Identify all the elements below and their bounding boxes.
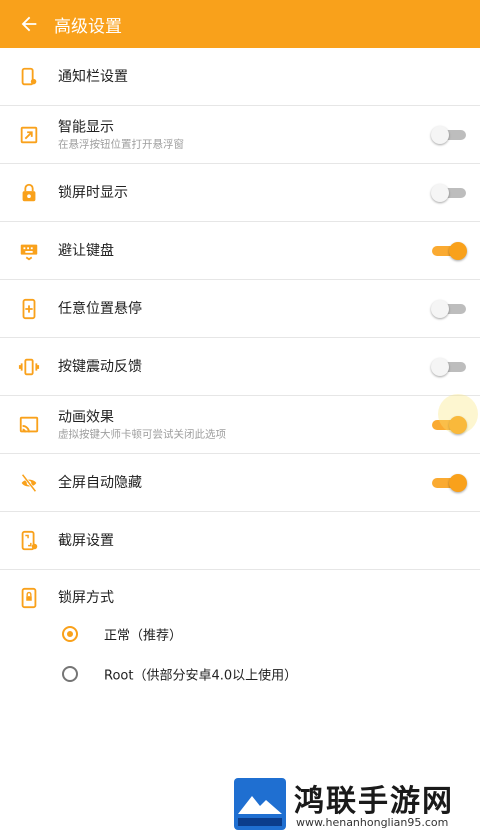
setting-label: 智能显示 xyxy=(58,119,114,135)
setting-description: 在悬浮按钮位置打开悬浮窗 xyxy=(58,138,184,150)
arrow-back-icon[interactable] xyxy=(18,13,40,35)
setting-label: 动画效果 xyxy=(58,409,114,425)
setting-label: 锁屏时显示 xyxy=(58,184,128,201)
setting-avoid-keyboard[interactable]: 避让键盘 xyxy=(0,222,480,280)
page-title: 高级设置 xyxy=(54,16,122,37)
watermark-logo-icon xyxy=(234,778,286,830)
setting-description: 虚拟按键大师卡顿可尝试关闭此选项 xyxy=(58,428,226,440)
watermark: 鸿联手游网 www.henanhonglian95.com xyxy=(232,776,476,832)
watermark-text: 鸿联手游网 xyxy=(294,784,454,819)
setting-screenshot[interactable]: 截屏设置 xyxy=(0,512,480,570)
vibrate-feedback-toggle[interactable] xyxy=(431,357,466,377)
touch-ripple xyxy=(438,394,478,434)
lockscreen-display-toggle[interactable] xyxy=(431,183,466,203)
setting-smart-display[interactable]: 智能显示 在悬浮按钮位置打开悬浮窗 xyxy=(0,106,480,164)
lock-option-normal[interactable]: 正常（推荐） xyxy=(0,614,480,654)
cast-icon xyxy=(19,416,39,433)
setting-lock-mode: 锁屏方式 正常（推荐） Root（供部分安卓4.0以上使用） xyxy=(0,570,480,690)
keyboard-icon xyxy=(20,244,38,260)
radio-label: 正常（推荐） xyxy=(104,628,183,644)
setting-lockscreen-display[interactable]: 锁屏时显示 xyxy=(0,164,480,222)
settings-list: 通知栏设置 智能显示 在悬浮按钮位置打开悬浮窗 锁屏时显示 避让键盘 任意位置悬… xyxy=(0,48,480,690)
setting-fullscreen-hide[interactable]: 全屏自动隐藏 xyxy=(0,454,480,512)
hover-anywhere-toggle[interactable] xyxy=(431,299,466,319)
smart-display-toggle[interactable] xyxy=(431,125,466,145)
vibrate-icon xyxy=(18,358,40,375)
setting-vibrate-feedback[interactable]: 按键震动反馈 xyxy=(0,338,480,396)
hide-icon xyxy=(21,473,37,492)
setting-label: 按键震动反馈 xyxy=(58,358,142,375)
lock-mode-icon xyxy=(21,587,37,609)
setting-label: 避让键盘 xyxy=(58,242,114,259)
setting-label: 全屏自动隐藏 xyxy=(58,474,142,491)
app-bar: 高级设置 xyxy=(0,0,480,48)
setting-label: 锁屏方式 xyxy=(58,590,114,606)
setting-label: 截屏设置 xyxy=(58,532,114,549)
smart-display-icon xyxy=(20,126,38,143)
radio-unselected[interactable] xyxy=(62,666,78,682)
setting-animation[interactable]: 动画效果 虚拟按键大师卡顿可尝试关闭此选项 xyxy=(0,396,480,454)
lock-icon xyxy=(22,183,36,201)
watermark-url: www.henanhonglian95.com xyxy=(296,816,449,829)
lock-mode-options: 正常（推荐） Root（供部分安卓4.0以上使用） xyxy=(0,614,480,694)
hover-icon xyxy=(22,298,36,319)
setting-hover-anywhere[interactable]: 任意位置悬停 xyxy=(0,280,480,338)
notification-icon xyxy=(21,67,37,85)
fullscreen-hide-toggle[interactable] xyxy=(432,473,467,493)
radio-selected[interactable] xyxy=(62,626,78,642)
lock-option-root[interactable]: Root（供部分安卓4.0以上使用） xyxy=(0,654,480,694)
setting-label: 通知栏设置 xyxy=(58,68,128,85)
screenshot-icon xyxy=(21,530,38,550)
radio-label: Root（供部分安卓4.0以上使用） xyxy=(104,668,298,684)
avoid-keyboard-toggle[interactable] xyxy=(432,241,467,261)
setting-label: 任意位置悬停 xyxy=(58,300,142,317)
setting-notification-bar[interactable]: 通知栏设置 xyxy=(0,48,480,106)
